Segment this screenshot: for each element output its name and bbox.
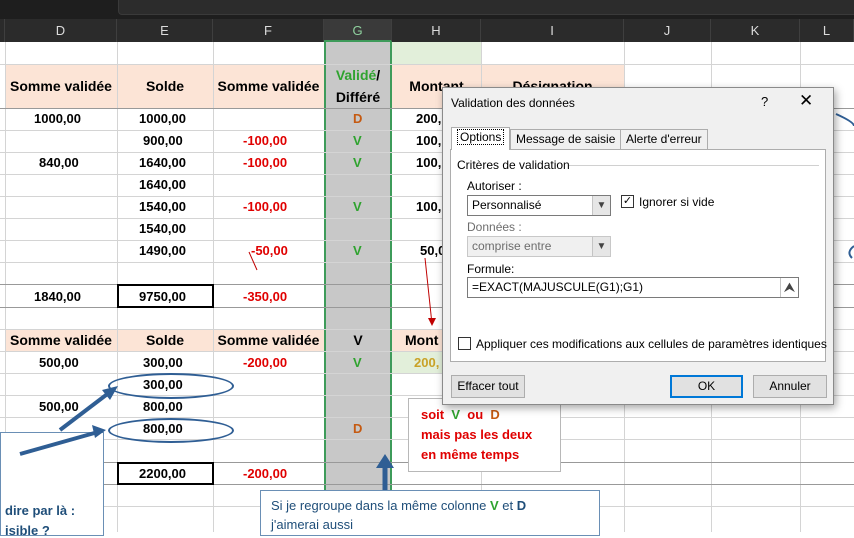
- chevron-down-icon: ▼: [592, 237, 610, 256]
- arrow-red-head: [428, 318, 436, 326]
- ignore-blank-checkbox[interactable]: ✓: [621, 195, 634, 208]
- column-header-l[interactable]: L: [800, 19, 854, 42]
- arrow-red-1: [248, 251, 258, 271]
- column-header-j[interactable]: J: [624, 19, 711, 42]
- column-header-d[interactable]: D: [5, 19, 117, 42]
- arrow-up-head: [376, 454, 394, 468]
- data-select: comprise entre ▼: [467, 236, 611, 257]
- formula-input[interactable]: =EXACT(MAJUSCULE(G1);G1) ⮝: [467, 277, 799, 298]
- arrow-red-2: [424, 257, 433, 325]
- tab-message-de-saisie[interactable]: Message de saisie: [510, 129, 622, 149]
- apply-all-label: Appliquer ces modifications aux cellules…: [476, 337, 827, 351]
- arrow-head-2: [92, 425, 106, 438]
- dialog-title: Validation des données: [451, 96, 575, 110]
- curve-shape-right-2: [848, 245, 854, 259]
- allow-select[interactable]: Personnalisé ▼: [467, 195, 611, 216]
- close-icon[interactable]: ✕: [799, 91, 813, 111]
- clear-all-button[interactable]: Effacer tout: [451, 375, 525, 398]
- tab-options[interactable]: Options: [451, 127, 511, 150]
- help-button[interactable]: ?: [761, 94, 768, 109]
- formula-bar[interactable]: [118, 0, 854, 15]
- formula-label: Formule:: [467, 262, 515, 276]
- data-select-value: comprise entre: [472, 239, 552, 253]
- options-panel: Critères de validation Autoriser : Perso…: [450, 149, 827, 362]
- title-bar: [0, 0, 854, 19]
- collapse-range-icon[interactable]: ⮝: [780, 278, 798, 297]
- chevron-down-icon: ▼: [592, 196, 610, 215]
- data-label: Données :: [467, 220, 522, 234]
- criteria-heading: Critères de validation: [457, 158, 570, 172]
- column-header-e[interactable]: E: [117, 19, 213, 42]
- column-header-f[interactable]: F: [213, 19, 324, 42]
- ok-button[interactable]: OK: [670, 375, 743, 398]
- tab-options-label: Options: [457, 129, 505, 145]
- data-validation-dialog[interactable]: Validation des données ? ✕ Options Messa…: [442, 87, 834, 405]
- allow-label: Autoriser :: [467, 179, 522, 193]
- column-header-g[interactable]: G: [324, 19, 392, 42]
- allow-select-value: Personnalisé: [472, 198, 542, 212]
- column-header-k[interactable]: K: [711, 19, 800, 42]
- column-header-i[interactable]: I: [481, 19, 624, 42]
- column-header-h[interactable]: H: [392, 19, 481, 42]
- arrow-to-oval-1: [58, 390, 112, 432]
- ignore-blank-label: Ignorer si vide: [639, 195, 715, 209]
- arrow-to-oval-2: [19, 430, 99, 456]
- formula-input-value: =EXACT(MAJUSCULE(G1);G1): [472, 280, 644, 294]
- tab-alerte-erreur[interactable]: Alerte d'erreur: [620, 129, 708, 149]
- criteria-divider: [569, 165, 819, 166]
- apply-all-checkbox[interactable]: [458, 337, 471, 350]
- cancel-button[interactable]: Annuler: [753, 375, 827, 398]
- curve-shape-right: [835, 113, 854, 127]
